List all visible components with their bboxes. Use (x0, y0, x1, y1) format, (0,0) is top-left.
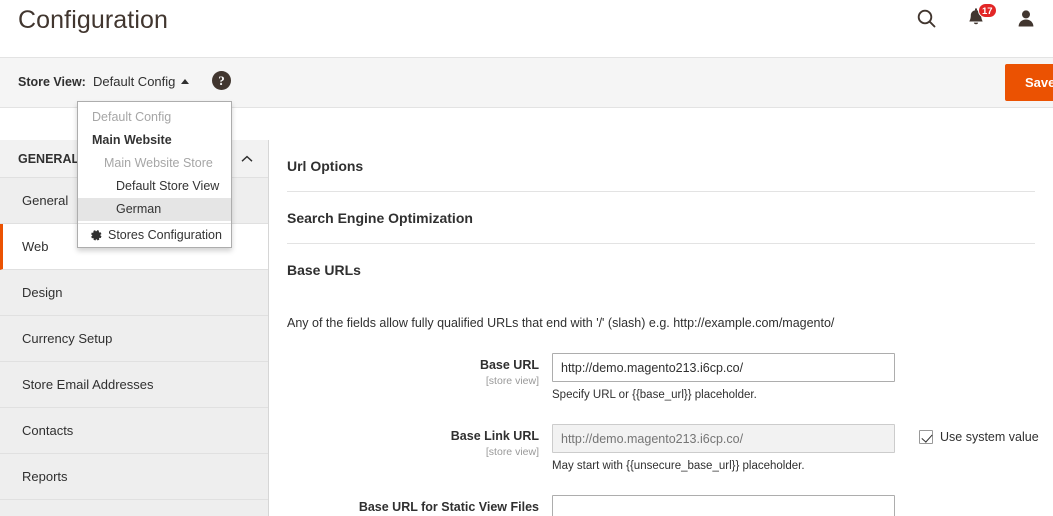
base-link-url-input[interactable] (552, 424, 895, 453)
search-icon[interactable] (915, 6, 939, 32)
dropdown-group-main-website-store: Main Website Store (78, 152, 231, 175)
field-control-base-url-static: May be empty or start with {{unsecure_ba… (552, 495, 1035, 516)
field-label-base-url: Base URL [store view] (287, 353, 552, 388)
notifications-bell-icon[interactable]: 17 (965, 6, 989, 32)
section-header-url-options[interactable]: Url Options (287, 140, 1035, 192)
configuration-page: Configuration 17 (0, 0, 1053, 516)
field-label-text: Base URL for Static View Files (287, 500, 539, 515)
page-header: Configuration 17 (0, 0, 1053, 57)
field-scope-text: [store view] (287, 374, 539, 388)
base-url-note: Specify URL or {{base_url}} placeholder. (552, 389, 1035, 401)
help-icon[interactable]: ? (212, 71, 231, 90)
store-switcher-dropdown: Default Config Main Website Main Website… (77, 101, 232, 248)
sidebar-item-contacts[interactable]: Contacts (0, 408, 268, 454)
notification-count-badge: 17 (978, 3, 997, 18)
field-scope-text: [store view] (287, 445, 539, 459)
field-control-base-link-url: Use system value May start with {{unsecu… (552, 424, 1039, 472)
chevron-up-icon (241, 155, 253, 163)
sidebar-item-currency-setup[interactable]: Currency Setup (0, 316, 268, 362)
field-control-base-url: Specify URL or {{base_url}} placeholder. (552, 353, 1035, 401)
dropdown-item-default-config[interactable]: Default Config (78, 106, 231, 129)
user-account-icon[interactable] (1015, 6, 1039, 32)
store-view-label: Store View: (18, 75, 86, 89)
stores-configuration-link[interactable]: Stores Configuration (78, 223, 231, 247)
store-view-selector[interactable]: Default Config (93, 74, 189, 89)
store-view-selected-value: Default Config (93, 74, 175, 89)
field-base-url: Base URL [store view] Specify URL or {{b… (287, 353, 1035, 401)
field-base-url-static-view-files: Base URL for Static View Files [store vi… (287, 495, 1035, 516)
gear-icon (90, 229, 103, 242)
field-label-base-link-url: Base Link URL [store view] (287, 424, 552, 459)
stores-configuration-label: Stores Configuration (108, 228, 222, 242)
base-urls-note: Any of the fields allow fully qualified … (287, 295, 1035, 330)
field-label-text: Base Link URL (287, 429, 539, 444)
section-header-base-urls[interactable]: Base URLs (287, 244, 1035, 295)
sidebar-item-store-email-addresses[interactable]: Store Email Addresses (0, 362, 268, 408)
dropdown-item-german[interactable]: German (78, 198, 231, 221)
save-button[interactable]: Save (1005, 64, 1053, 101)
header-icon-group: 17 (915, 6, 1039, 32)
base-url-input[interactable] (552, 353, 895, 382)
use-system-value-base-link-url[interactable]: Use system value (919, 424, 1039, 444)
dropdown-item-default-store-view[interactable]: Default Store View (78, 175, 231, 198)
config-content: Url Options Search Engine Optimization B… (270, 140, 1053, 516)
sidebar-item-design[interactable]: Design (0, 270, 268, 316)
caret-up-icon (181, 79, 189, 84)
field-label-text: Base URL (287, 358, 539, 373)
sidebar-item-reports[interactable]: Reports (0, 454, 268, 500)
page-title: Configuration (18, 6, 168, 35)
field-label-base-url-static: Base URL for Static View Files [store vi… (287, 495, 552, 516)
base-link-url-note: May start with {{unsecure_base_url}} pla… (552, 460, 1039, 472)
base-url-static-view-files-input[interactable] (552, 495, 895, 516)
use-system-value-label: Use system value (940, 430, 1039, 444)
sidebar-section-label: GENERAL (18, 140, 79, 178)
dropdown-item-main-website[interactable]: Main Website (78, 129, 231, 152)
section-header-search-engine-optimization[interactable]: Search Engine Optimization (287, 192, 1035, 244)
field-base-link-url: Base Link URL [store view] Use system va… (287, 424, 1035, 472)
checkbox-checked-icon[interactable] (919, 430, 933, 444)
